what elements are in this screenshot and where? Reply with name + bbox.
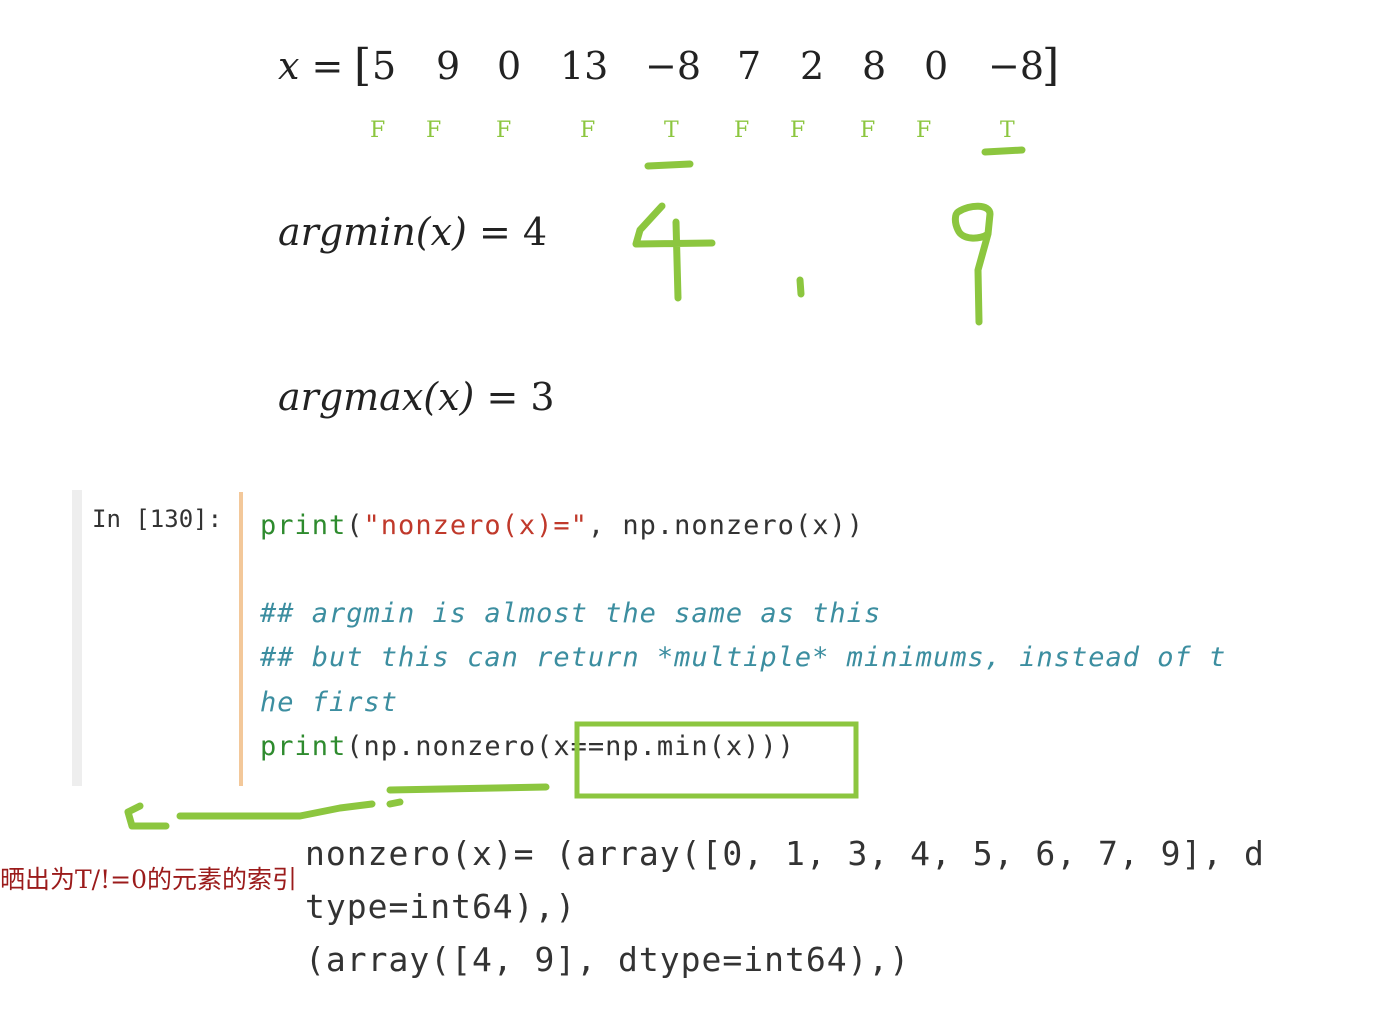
- underline-stroke: [386, 798, 404, 808]
- ink-annotations: [124, 146, 1026, 830]
- underline-mark: [981, 146, 1026, 156]
- bracket-arrow: [124, 802, 170, 830]
- underline-stroke: [386, 783, 550, 794]
- underline-mark: [644, 160, 694, 170]
- handwritten-nine: [951, 202, 994, 326]
- highlight-box: [574, 721, 859, 799]
- handwritten-four: [632, 202, 716, 302]
- handwritten-comma: [796, 276, 805, 298]
- underline-stroke: [176, 800, 376, 820]
